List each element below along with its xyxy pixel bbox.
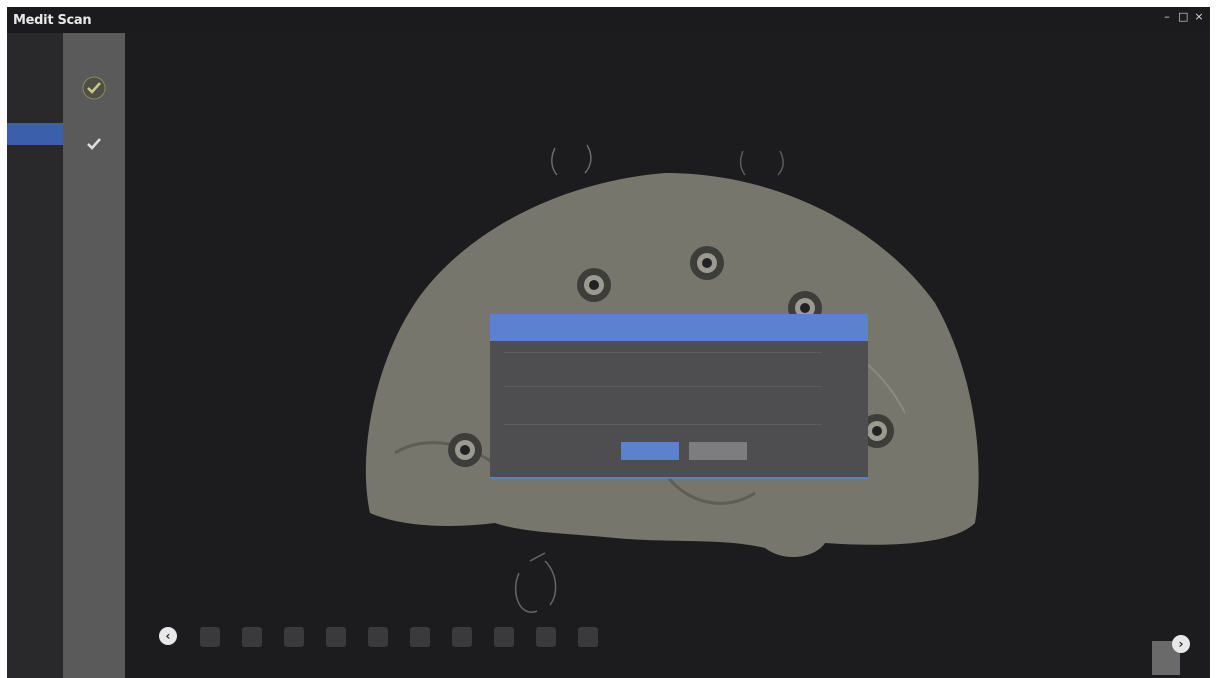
app-title: Medit Scan: [13, 12, 92, 28]
app-window: Medit Scan – □ × ‹ ›: [7, 7, 1210, 678]
tool-7-icon: [452, 627, 472, 647]
dialog-divider: [504, 386, 822, 387]
message-dialog: [490, 314, 868, 479]
tool-5-icon: [368, 627, 388, 647]
abutment-1-icon: [577, 268, 611, 302]
bottom-toolbar: ‹: [147, 627, 609, 671]
tool-10-icon: [578, 627, 598, 647]
cancel-button[interactable]: [689, 442, 747, 460]
previous-step-button[interactable]: ‹: [147, 627, 189, 645]
tool-button-10[interactable]: [567, 627, 609, 651]
chevron-left-icon: ‹: [159, 627, 177, 645]
maximize-button[interactable]: □: [1178, 11, 1188, 23]
dialog-divider: [504, 352, 822, 353]
title-bar: Medit Scan – □ ×: [7, 7, 1210, 33]
tool-button-3[interactable]: [273, 627, 315, 651]
tool-button-6[interactable]: [399, 627, 441, 651]
tool-4-icon: [326, 627, 346, 647]
tool-9-icon: [536, 627, 556, 647]
step-check-icon: [87, 138, 101, 150]
dialog-divider: [504, 424, 822, 425]
tool-1-icon: [200, 627, 220, 647]
dialog-title: [490, 314, 868, 341]
tool-button-1[interactable]: [189, 627, 231, 651]
ok-button[interactable]: [621, 442, 679, 460]
chevron-right-icon[interactable]: ›: [1172, 635, 1190, 653]
tool-8-icon: [494, 627, 514, 647]
tool-6-icon: [410, 627, 430, 647]
tool-2-icon: [242, 627, 262, 647]
close-button[interactable]: ×: [1194, 11, 1204, 23]
workflow-sidebar: [7, 33, 63, 678]
sidebar-item-3[interactable]: [7, 153, 63, 175]
tool-button-5[interactable]: [357, 627, 399, 651]
tool-button-8[interactable]: [483, 627, 525, 651]
step-complete-check-icon: [82, 76, 106, 100]
tool-button-7[interactable]: [441, 627, 483, 651]
sidebar-item-1[interactable]: [7, 77, 63, 99]
window-controls: – □ ×: [1162, 11, 1204, 23]
tool-button-4[interactable]: [315, 627, 357, 651]
abutment-2-icon: [690, 246, 724, 280]
tool-button-2[interactable]: [231, 627, 273, 651]
abutment-4-icon: [448, 433, 482, 467]
tool-3-icon: [284, 627, 304, 647]
sidebar-item-2[interactable]: [7, 123, 63, 145]
tool-button-9[interactable]: [525, 627, 567, 651]
step-status-bar: [63, 33, 125, 678]
dialog-buttons: [621, 442, 747, 460]
minimize-button[interactable]: –: [1162, 11, 1172, 23]
